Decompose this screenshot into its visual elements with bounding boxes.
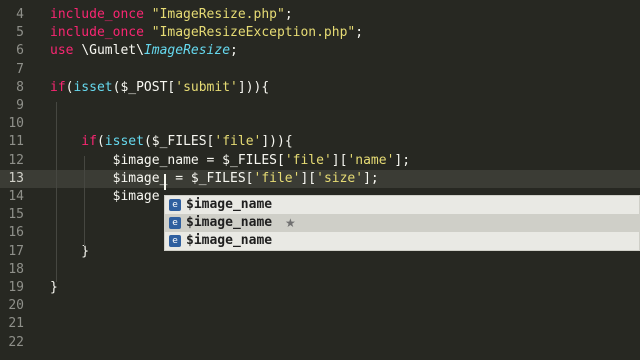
code-line[interactable]: 10 bbox=[0, 115, 640, 133]
code-text[interactable]: $image_name = $_FILES['file']['name']; bbox=[50, 152, 410, 170]
code-token: ]; bbox=[394, 152, 411, 168]
line-number: 13 bbox=[8, 170, 24, 186]
autocomplete-label: $image_name bbox=[186, 233, 273, 248]
code-token: ; bbox=[355, 25, 364, 41]
code-line[interactable]: 20 bbox=[0, 297, 640, 315]
code-token: ][ bbox=[331, 152, 348, 168]
line-number: 22 bbox=[8, 334, 24, 350]
code-token: $image bbox=[50, 189, 160, 204]
line-number: 18 bbox=[8, 261, 24, 277]
code-token: ( bbox=[96, 134, 105, 150]
code-line[interactable]: 7 bbox=[0, 61, 640, 79]
code-line[interactable]: 13 $image_ = $_FILES['file']['size']; bbox=[0, 169, 640, 188]
star-icon: ★ bbox=[285, 216, 296, 230]
code-token: ])){ bbox=[237, 79, 270, 95]
code-text[interactable]: if(isset($_POST['submit'])){ bbox=[50, 79, 269, 97]
code-line[interactable]: 12 $image_name = $_FILES['file']['name']… bbox=[0, 152, 640, 170]
code-token: \Gumlet\ bbox=[81, 43, 144, 59]
line-number: 4 bbox=[16, 7, 24, 22]
code-line[interactable]: 18 bbox=[0, 261, 640, 279]
indent-guide bbox=[56, 102, 57, 282]
code-token: 'name' bbox=[347, 152, 395, 168]
code-line[interactable]: 22 bbox=[0, 334, 640, 352]
code-token: "ImageResize.php" bbox=[151, 7, 285, 22]
line-number: 10 bbox=[8, 116, 24, 132]
autocomplete-item[interactable]: e $image_name bbox=[165, 232, 639, 250]
line-number: 19 bbox=[8, 280, 24, 295]
line-number: 8 bbox=[16, 79, 24, 95]
line-number: 21 bbox=[8, 316, 24, 332]
line-number: 14 bbox=[8, 189, 24, 204]
code-token: use bbox=[50, 43, 82, 59]
line-number: 20 bbox=[8, 298, 24, 314]
line-number: 16 bbox=[8, 225, 24, 241]
code-token: 'file' bbox=[253, 170, 301, 186]
code-token: ][ bbox=[300, 170, 317, 186]
code-token: if bbox=[50, 134, 97, 150]
code-token: $image_name = $_FILES[ bbox=[50, 152, 285, 168]
autocomplete-label: $image_name bbox=[186, 197, 273, 212]
code-text[interactable]: include_once "ImageResize.php"; bbox=[50, 6, 293, 24]
code-text[interactable]: $image bbox=[50, 188, 160, 206]
code-token: 'submit' bbox=[175, 79, 238, 95]
line-number: 6 bbox=[16, 43, 24, 59]
line-number: 15 bbox=[8, 207, 24, 223]
autocomplete-label: $image_name bbox=[186, 215, 273, 230]
autocomplete-popup[interactable]: e $image_name e $image_name ★ e $image_name bbox=[164, 195, 640, 251]
code-token: 'size' bbox=[316, 170, 364, 186]
code-line[interactable]: 9 bbox=[0, 97, 640, 115]
code-token: 'file' bbox=[284, 152, 332, 168]
variable-icon: e bbox=[169, 199, 181, 211]
code-line[interactable]: 11 if(isset($_FILES['file'])){ bbox=[0, 133, 640, 151]
code-line[interactable]: 6 use \Gumlet\ImageResize; bbox=[0, 42, 640, 60]
code-token: 'file' bbox=[214, 134, 262, 150]
line-number: 7 bbox=[16, 61, 24, 77]
text-cursor bbox=[164, 174, 166, 190]
code-line[interactable]: 5 include_once "ImageResizeException.php"… bbox=[0, 24, 640, 42]
line-number: 11 bbox=[8, 134, 24, 150]
code-text[interactable]: include_once "ImageResizeException.php"; bbox=[50, 24, 363, 42]
code-token: ]; bbox=[363, 170, 379, 186]
code-token: } bbox=[50, 280, 58, 295]
code-token: ])){ bbox=[261, 134, 293, 150]
code-line[interactable]: 4 include_once "ImageResize.php"; bbox=[0, 6, 640, 24]
code-text[interactable]: use \Gumlet\ImageResize; bbox=[50, 42, 238, 60]
code-line[interactable]: 8 if(isset($_POST['submit'])){ bbox=[0, 79, 640, 97]
code-token: isset bbox=[73, 79, 113, 95]
line-number: 17 bbox=[8, 243, 24, 259]
line-number: 5 bbox=[16, 25, 24, 41]
code-token: ImageResize bbox=[143, 43, 231, 59]
line-number: 12 bbox=[8, 152, 24, 168]
code-token: include_once bbox=[50, 25, 152, 41]
code-token: include_once bbox=[50, 7, 152, 22]
code-token: "ImageResizeException.php" bbox=[151, 25, 356, 41]
code-token: ($_FILES[ bbox=[143, 134, 215, 150]
code-line[interactable]: 21 bbox=[0, 315, 640, 333]
code-token: $image_ = $_FILES[ bbox=[50, 170, 254, 186]
code-text[interactable]: if(isset($_FILES['file'])){ bbox=[50, 133, 293, 151]
line-number: 9 bbox=[16, 98, 24, 113]
code-token: isset bbox=[104, 134, 144, 150]
code-token: ; bbox=[230, 43, 238, 59]
code-text[interactable]: $image_ = $_FILES['file']['size']; bbox=[50, 170, 379, 188]
code-line[interactable]: 19} bbox=[0, 279, 640, 297]
variable-icon: e bbox=[169, 235, 181, 247]
code-editor[interactable]: 4 include_once "ImageResize.php"; 5 include… bbox=[0, 0, 640, 360]
autocomplete-item[interactable]: e $image_name ★ bbox=[165, 214, 639, 232]
indent-guide bbox=[84, 156, 85, 246]
code-token: if bbox=[50, 79, 66, 95]
autocomplete-item[interactable]: e $image_name bbox=[165, 196, 639, 214]
code-token: ($_POST[ bbox=[112, 79, 176, 95]
code-token: ; bbox=[284, 7, 293, 22]
variable-icon: e bbox=[169, 217, 181, 229]
